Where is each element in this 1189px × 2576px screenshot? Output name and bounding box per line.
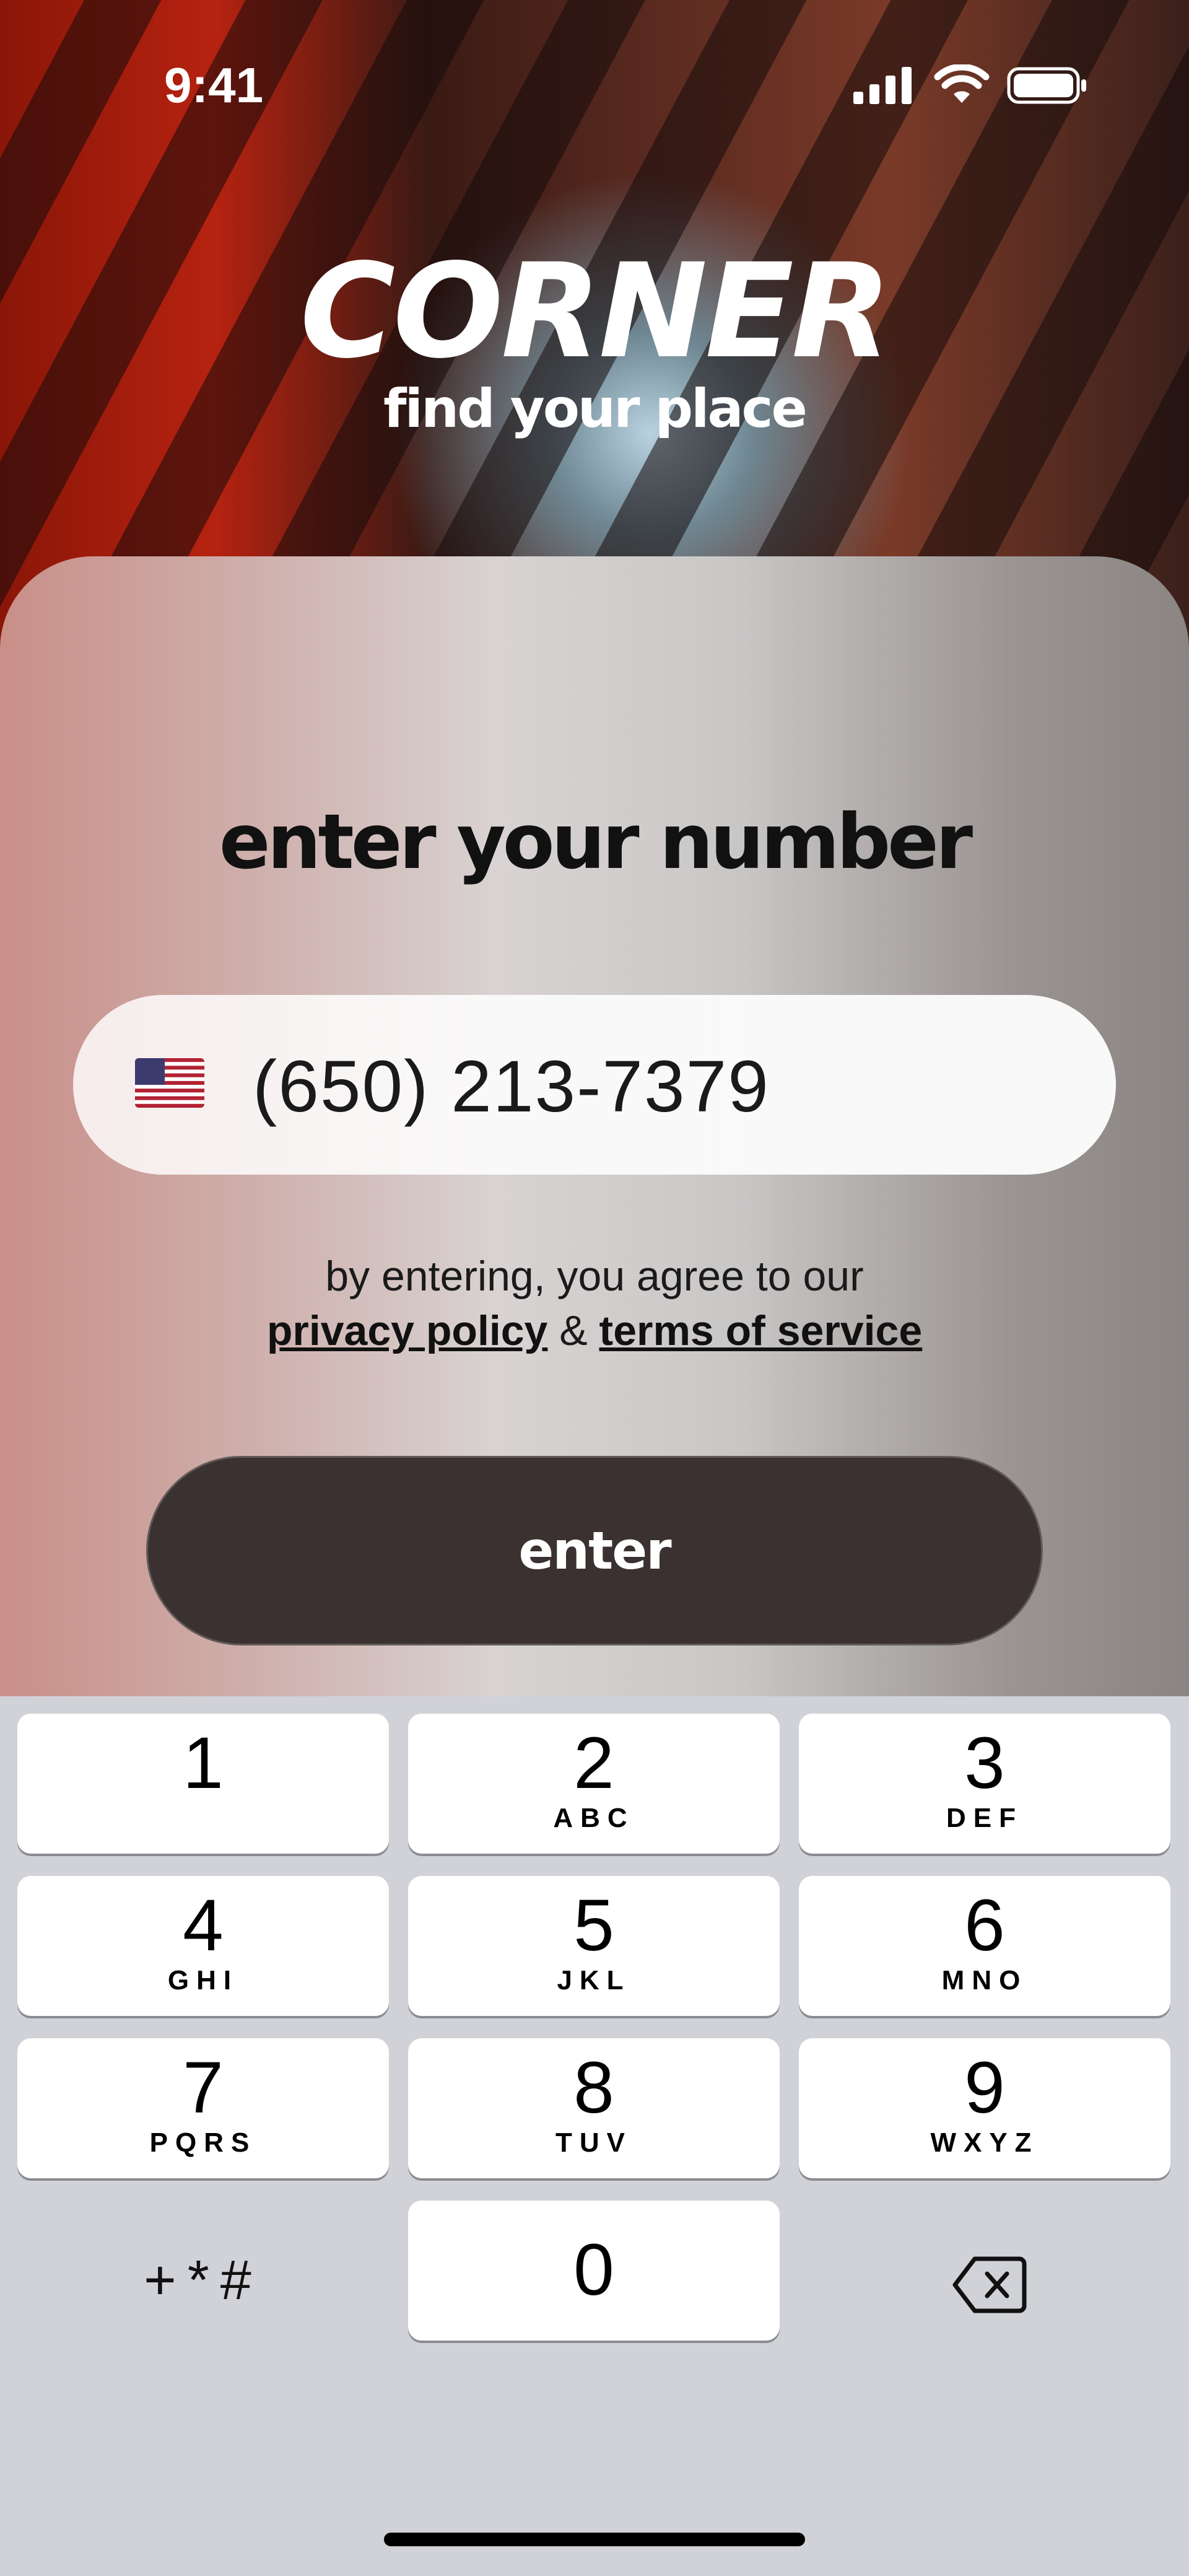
numeric-keypad: 1 2 ABC 3 DEF 4 GHI 5 JKL 6 MNO 7 PQRS 8… [0, 1696, 1189, 2576]
key-digit: 7 [183, 2047, 224, 2129]
key-6[interactable]: 6 MNO [799, 1876, 1170, 2016]
key-3[interactable]: 3 DEF [799, 1714, 1170, 1854]
key-0[interactable]: 0 [408, 2201, 780, 2341]
agreement-text: by entering, you agree to our privacy po… [0, 1249, 1189, 1358]
key-digit: 0 [573, 2229, 614, 2311]
symbols-key[interactable]: +*# [17, 2210, 389, 2350]
status-bar: 9:41 [0, 0, 1189, 113]
key-digit: 5 [573, 1885, 614, 1966]
key-digit: 4 [183, 1885, 224, 1966]
key-letters: JKL [557, 1965, 631, 1996]
key-9[interactable]: 9 WXYZ [799, 2038, 1170, 2178]
key-1[interactable]: 1 [17, 1714, 389, 1854]
key-digit: 6 [964, 1885, 1005, 1966]
cellular-signal-icon [853, 67, 912, 104]
home-indicator[interactable] [384, 2533, 805, 2546]
backspace-icon [952, 2256, 1027, 2313]
key-7[interactable]: 7 PQRS [17, 2038, 389, 2178]
key-letters: GHI [167, 1965, 239, 1996]
ampersand: & [559, 1307, 588, 1354]
battery-icon [1007, 67, 1086, 104]
key-digit: 8 [573, 2047, 614, 2129]
key-digit: 2 [573, 1722, 614, 1804]
key-letters: PQRS [149, 2127, 257, 2158]
key-letters: WXYZ [930, 2127, 1039, 2158]
phone-input[interactable]: (650) 213-7379 [73, 995, 1116, 1175]
enter-button[interactable]: enter [146, 1456, 1043, 1645]
key-4[interactable]: 4 GHI [17, 1876, 389, 2016]
key-8[interactable]: 8 TUV [408, 2038, 780, 2178]
key-digit: 1 [183, 1722, 224, 1804]
app-logo: CORNER [300, 235, 891, 387]
terms-of-service-link[interactable]: terms of service [599, 1307, 923, 1354]
tagline: find your place [383, 378, 808, 440]
key-letters: ABC [553, 1803, 635, 1833]
agreement-prefix: by entering, you agree to our [325, 1253, 864, 1300]
key-5[interactable]: 5 JKL [408, 1876, 780, 2016]
key-2[interactable]: 2 ABC [408, 1714, 780, 1854]
key-digit: 3 [964, 1722, 1005, 1804]
page-title: enter your number [219, 798, 973, 886]
phone-entry-sheet: enter your number (650) 213-7379 by ente… [0, 556, 1189, 1696]
status-time: 9:41 [164, 58, 264, 113]
privacy-policy-link[interactable]: privacy policy [267, 1307, 548, 1354]
phone-value: (650) 213-7379 [253, 1046, 770, 1128]
delete-key[interactable] [799, 2210, 1170, 2350]
wifi-icon [934, 64, 990, 103]
us-flag-icon[interactable] [135, 1058, 204, 1108]
key-digit: 9 [964, 2047, 1005, 2129]
key-letters: MNO [941, 1965, 1028, 1996]
key-letters: TUV [555, 2127, 632, 2158]
key-letters: DEF [946, 1803, 1023, 1833]
